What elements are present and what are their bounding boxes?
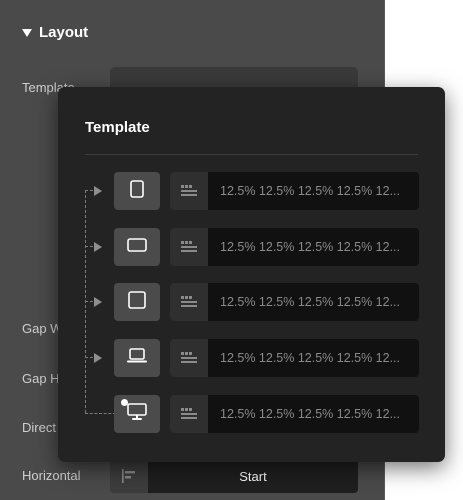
template-value: 12.5% 12.5% 12.5% 12.5% 12... (220, 295, 400, 309)
horizontal-label: Horizontal (22, 468, 81, 483)
breakpoint-row: 12.5% 12.5% 12.5% 12.5% 12... (85, 283, 419, 321)
breakpoint-row: 12.5% 12.5% 12.5% 12.5% 12... (85, 228, 419, 266)
template-value: 12.5% 12.5% 12.5% 12.5% 12... (220, 351, 400, 365)
laptop-icon (126, 347, 148, 369)
template-value-field[interactable]: 12.5% 12.5% 12.5% 12.5% 12... (170, 228, 419, 266)
tablet-device-button[interactable] (114, 283, 160, 321)
breakpoint-row: 12.5% 12.5% 12.5% 12.5% 12... (85, 339, 419, 377)
desktop-icon (127, 402, 147, 426)
arrow-right-icon (94, 297, 102, 307)
breakpoint-row: 12.5% 12.5% 12.5% 12.5% 12... (85, 395, 419, 433)
section-title: Layout (39, 24, 89, 41)
columns-grid-icon[interactable] (170, 395, 208, 433)
triangle-down-icon (22, 28, 32, 37)
arrow-right-icon (94, 186, 102, 196)
mobile-icon (130, 179, 144, 203)
layout-section-toggle[interactable]: Layout (22, 24, 88, 41)
laptop-device-button[interactable] (114, 339, 160, 377)
template-value-field[interactable]: 12.5% 12.5% 12.5% 12.5% 12... (170, 283, 419, 321)
active-dot-icon (121, 399, 128, 406)
template-value-field[interactable]: 12.5% 12.5% 12.5% 12.5% 12... (170, 172, 419, 210)
popover-title: Template (85, 119, 150, 136)
arrow-right-icon (94, 353, 102, 363)
arrow-right-icon (94, 242, 102, 252)
template-value: 12.5% 12.5% 12.5% 12.5% 12... (220, 184, 400, 198)
desktop-device-button[interactable] (114, 395, 160, 433)
horizontal-align-value: Start (148, 459, 358, 493)
template-popover: Template 12.5% 12.5% 12.5% 12.5% 12... 1… (58, 87, 445, 462)
template-value-field[interactable]: 12.5% 12.5% 12.5% 12.5% 12... (170, 339, 419, 377)
tablet-icon (128, 290, 146, 314)
gap-width-label: Gap W (22, 321, 63, 336)
columns-grid-icon[interactable] (170, 172, 208, 210)
template-value: 12.5% 12.5% 12.5% 12.5% 12... (220, 240, 400, 254)
columns-grid-icon[interactable] (170, 283, 208, 321)
template-value: 12.5% 12.5% 12.5% 12.5% 12... (220, 407, 400, 421)
horizontal-align-select[interactable]: Start (110, 459, 358, 493)
template-value-field[interactable]: 12.5% 12.5% 12.5% 12.5% 12... (170, 395, 419, 433)
columns-grid-icon[interactable] (170, 339, 208, 377)
gap-height-label: Gap H (22, 371, 60, 386)
divider (85, 154, 418, 155)
mobile-device-button[interactable] (114, 172, 160, 210)
columns-grid-icon[interactable] (170, 228, 208, 266)
tablet-landscape-device-button[interactable] (114, 228, 160, 266)
breakpoint-row: 12.5% 12.5% 12.5% 12.5% 12... (85, 172, 419, 210)
direction-label: Direct (22, 420, 56, 435)
align-start-icon (110, 459, 148, 493)
tablet-landscape-icon (127, 237, 147, 257)
